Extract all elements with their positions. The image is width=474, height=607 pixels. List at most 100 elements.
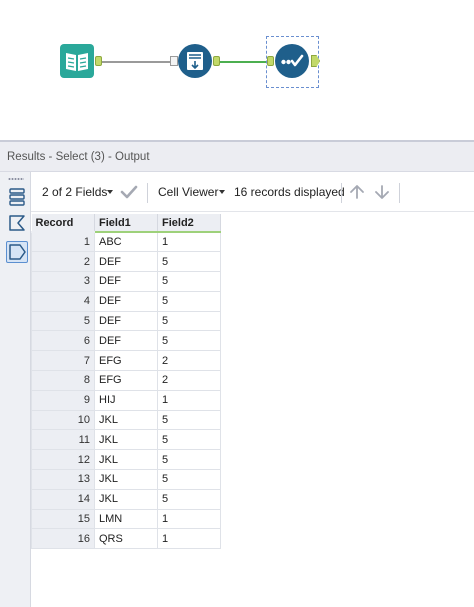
arrow-up-icon[interactable] (349, 184, 365, 200)
table-cell[interactable]: JKL (94, 429, 158, 451)
table-cell[interactable]: DEF (94, 271, 158, 292)
record-number-cell[interactable]: 13 (31, 469, 95, 490)
table-cell[interactable]: JKL (94, 409, 158, 431)
table-row[interactable]: 5 DEF 5 (31, 310, 221, 332)
table-cell[interactable]: ABC (94, 231, 158, 253)
toolbar-divider (147, 183, 148, 203)
table-cell[interactable]: DEF (94, 251, 158, 273)
table-cell[interactable]: DEF (94, 290, 158, 312)
record-number-cell[interactable]: 7 (31, 350, 95, 372)
record-number-cell[interactable]: 1 (31, 231, 95, 253)
table-cell[interactable]: DEF (94, 330, 158, 352)
table-row[interactable]: 6 DEF 5 (31, 330, 221, 352)
connection-line[interactable] (102, 61, 170, 63)
column-header[interactable]: Field2 (157, 214, 221, 233)
data-table: Record Field1 Field2 1 ABC 1 2 DEF 5 3 DEF 5 4 DEF… (31, 214, 221, 550)
record-number-cell[interactable]: 3 (31, 271, 95, 292)
table-row[interactable]: 14 JKL 5 (31, 488, 221, 510)
grip-icon[interactable] (8, 178, 24, 180)
table-header-row: Record Field1 Field2 (31, 214, 221, 233)
record-number-cell[interactable]: 14 (31, 488, 95, 510)
table-cell[interactable]: 5 (157, 271, 221, 292)
input-anchor[interactable] (267, 56, 274, 66)
results-toolbar: 2 of 2 Fields Cell Viewer 16 records dis… (31, 172, 474, 212)
results-panel: Results - Select (3) - Output 2 of 2 Fie… (0, 140, 474, 607)
table-row[interactable]: 13 JKL 5 (31, 469, 221, 490)
record-number-cell[interactable]: 5 (31, 310, 95, 332)
arrow-down-icon[interactable] (374, 184, 390, 200)
table-cell[interactable]: 5 (157, 469, 221, 490)
record-number-cell[interactable]: 8 (31, 370, 95, 391)
metadata-view-button[interactable] (6, 186, 28, 208)
records-count: 16 records displayed (234, 185, 345, 199)
record-number-cell[interactable]: 16 (31, 528, 95, 550)
cell-viewer-selector[interactable]: Cell Viewer (158, 185, 218, 199)
results-title: Results - Select (3) - Output (7, 151, 150, 163)
table-row[interactable]: 15 LMN 1 (31, 508, 221, 530)
chevron-down-icon[interactable] (107, 190, 113, 194)
table-row[interactable]: 11 JKL 5 (31, 429, 221, 451)
record-number-cell[interactable]: 6 (31, 330, 95, 352)
chevron-down-icon[interactable] (219, 190, 225, 194)
table-row[interactable]: 1 ABC 1 (31, 231, 221, 253)
table-cell[interactable]: 1 (157, 231, 221, 253)
table-cell[interactable]: JKL (94, 488, 158, 510)
table-row[interactable]: 4 DEF 5 (31, 290, 221, 312)
record-number-cell[interactable]: 4 (31, 290, 95, 312)
table-row[interactable]: 16 QRS 1 (31, 528, 221, 550)
record-number-cell[interactable]: 10 (31, 409, 95, 431)
table-row[interactable]: 3 DEF 5 (31, 271, 221, 292)
output-anchor-view-button[interactable] (6, 241, 28, 263)
table-cell[interactable]: HIJ (94, 389, 158, 411)
table-cell[interactable]: 5 (157, 251, 221, 273)
table-cell[interactable]: LMN (94, 508, 158, 530)
check-icon[interactable] (120, 184, 138, 200)
table-cell[interactable]: 5 (157, 409, 221, 431)
column-header[interactable]: Field1 (94, 214, 158, 233)
table-cell[interactable]: 5 (157, 488, 221, 510)
fields-selector[interactable]: 2 of 2 Fields (42, 185, 107, 199)
record-number-cell[interactable]: 2 (31, 251, 95, 273)
column-header[interactable]: Record (31, 214, 95, 233)
workflow-canvas[interactable] (0, 0, 474, 140)
table-row[interactable]: 8 EFG 2 (31, 370, 221, 391)
sort-tool[interactable] (178, 44, 212, 78)
table-cell[interactable]: 5 (157, 310, 221, 332)
select-tool[interactable] (275, 44, 309, 78)
output-anchor[interactable] (95, 56, 102, 66)
output-anchor[interactable] (213, 56, 220, 66)
table-cell[interactable]: 5 (157, 449, 221, 471)
output-anchor-icon (9, 244, 26, 260)
table-cell[interactable]: JKL (94, 449, 158, 471)
table-cell[interactable]: 5 (157, 290, 221, 312)
table-cell[interactable]: EFG (94, 350, 158, 372)
table-cell[interactable]: 2 (157, 350, 221, 372)
table-cell[interactable]: 1 (157, 528, 221, 550)
table-cell[interactable]: 2 (157, 370, 221, 391)
table-row[interactable]: 7 EFG 2 (31, 350, 221, 372)
table-cell[interactable]: 5 (157, 330, 221, 352)
table-cell[interactable]: EFG (94, 370, 158, 391)
table-cell[interactable]: 5 (157, 429, 221, 451)
record-number-cell[interactable]: 15 (31, 508, 95, 530)
input-data-tool[interactable] (60, 44, 94, 78)
table-cell[interactable]: QRS (94, 528, 158, 550)
table-row[interactable]: 2 DEF 5 (31, 251, 221, 273)
results-side-toolbar (0, 172, 31, 607)
input-anchor-view-button[interactable] (6, 212, 28, 234)
record-number-cell[interactable]: 9 (31, 389, 95, 411)
record-number-cell[interactable]: 12 (31, 449, 95, 471)
table-cell[interactable]: DEF (94, 310, 158, 332)
results-grid[interactable]: Record Field1 Field2 1 ABC 1 2 DEF 5 3 DEF 5 4 DEF… (31, 212, 474, 607)
book-icon (60, 44, 94, 78)
table-cell[interactable]: JKL (94, 469, 158, 490)
table-row[interactable]: 10 JKL 5 (31, 409, 221, 431)
record-number-cell[interactable]: 11 (31, 429, 95, 451)
table-row[interactable]: 12 JKL 5 (31, 449, 221, 471)
table-rows-icon (9, 188, 25, 206)
table-cell[interactable]: 1 (157, 389, 221, 411)
table-row[interactable]: 9 HIJ 1 (31, 389, 221, 411)
table-cell[interactable]: 1 (157, 508, 221, 530)
input-anchor[interactable] (170, 56, 178, 66)
connection-line[interactable] (220, 61, 267, 63)
